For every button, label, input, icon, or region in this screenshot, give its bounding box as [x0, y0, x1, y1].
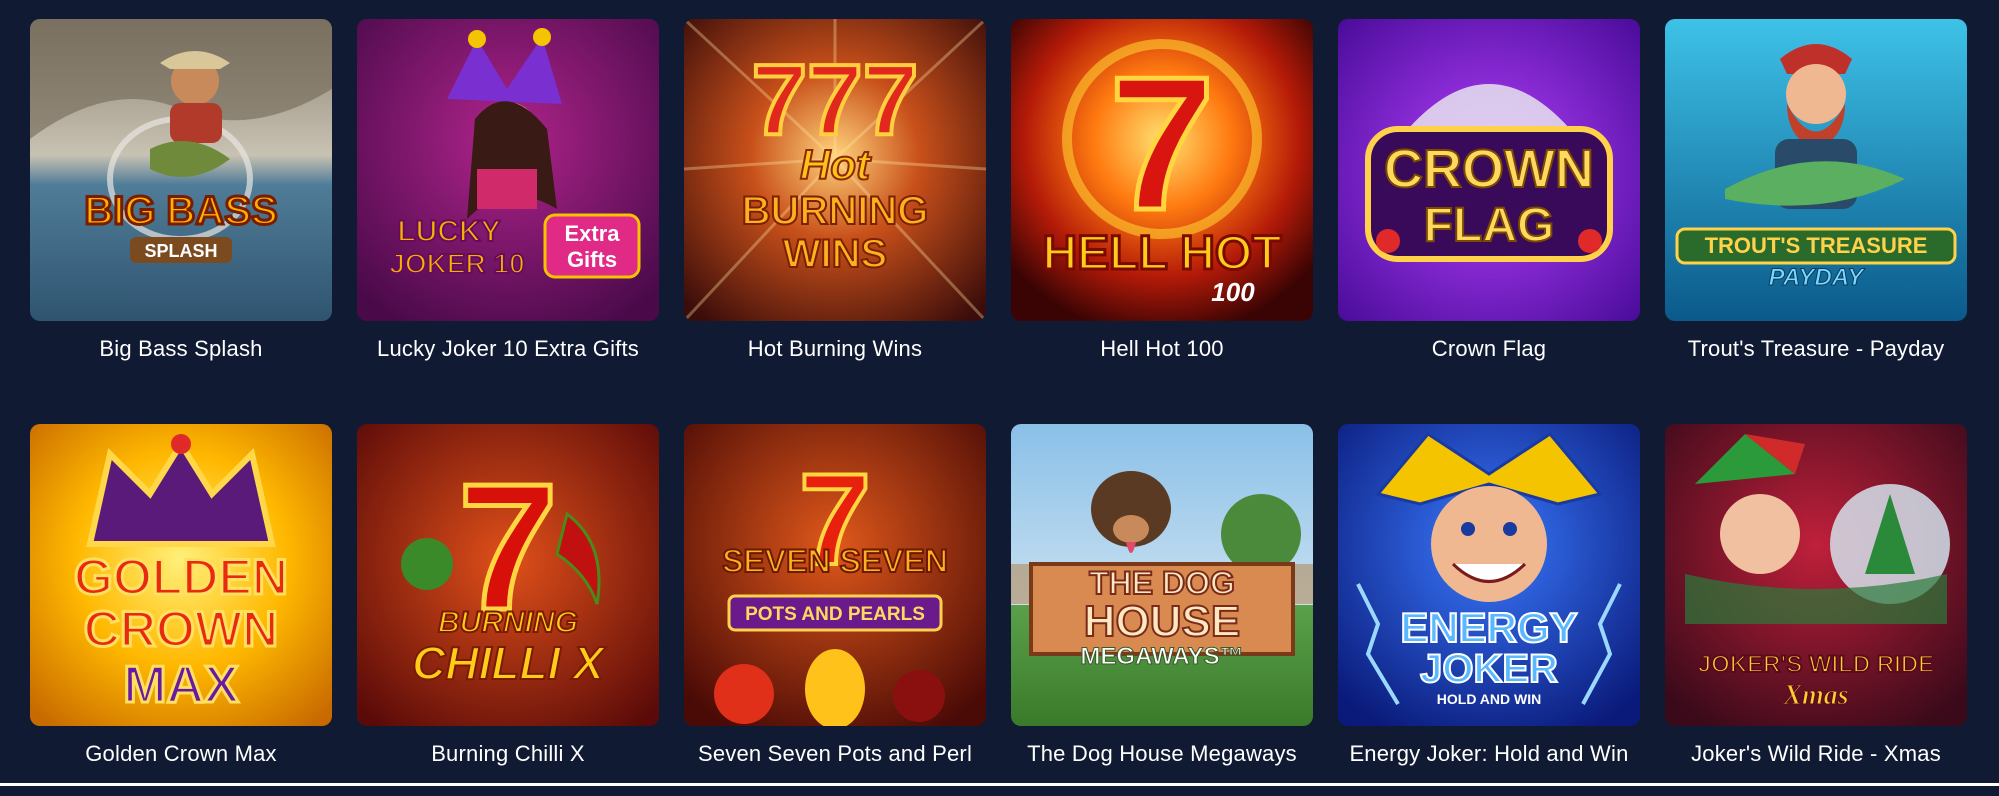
game-tile-the-dog-house-megaways[interactable]: THE DOG HOUSE MEGAWAYS™ The Dog House Me…: [1011, 424, 1313, 796]
fisherman-icon: BIG BASS SPLASH: [30, 19, 332, 321]
game-thumbnail[interactable]: 777 Hot BURNING WINS: [684, 19, 986, 321]
joker-icon: ENERGY JOKER HOLD AND WIN: [1338, 424, 1640, 726]
art-title: TROUT'S TREASURE: [1705, 233, 1928, 258]
game-thumbnail[interactable]: 7 SEVEN SEVEN POTS AND PEARLS: [684, 424, 986, 726]
art-title-line3: MAX: [123, 656, 239, 714]
game-thumbnail[interactable]: 7 BURNING CHILLI X: [357, 424, 659, 726]
game-thumbnail[interactable]: TROUT'S TREASURE PAYDAY: [1665, 19, 1967, 321]
art-subtitle: HOLD AND WIN: [1437, 691, 1541, 707]
game-title[interactable]: Hell Hot 100: [999, 335, 1325, 362]
fruit-seven-icon: 7 SEVEN SEVEN POTS AND PEARLS: [684, 424, 986, 726]
game-title[interactable]: Trout's Treasure - Payday: [1653, 335, 1979, 362]
game-title[interactable]: Hot Burning Wins: [672, 335, 998, 362]
sevens-icon: 777 Hot BURNING WINS: [684, 19, 986, 321]
art-subtitle: PAYDAY: [1769, 264, 1866, 291]
art-title: JOKER'S WILD RIDE: [1698, 651, 1934, 678]
art-title: BURNING: [438, 606, 578, 639]
game-title[interactable]: Burning Chilli X: [345, 740, 671, 767]
art-title: HELL HOT: [1042, 227, 1281, 280]
game-thumbnail[interactable]: ENERGY JOKER HOLD AND WIN: [1338, 424, 1640, 726]
dog-icon: THE DOG HOUSE MEGAWAYS™: [1011, 424, 1313, 726]
art-badge-line2: Gifts: [567, 247, 617, 272]
game-title[interactable]: Seven Seven Pots and Perl: [672, 740, 998, 767]
game-thumbnail[interactable]: GOLDEN CROWN MAX: [30, 424, 332, 726]
game-title[interactable]: The Dog House Megaways: [999, 740, 1325, 767]
art-subtitle: MEGAWAYS™: [1080, 643, 1243, 670]
crown-flag-icon: CROWN FLAG: [1338, 19, 1640, 321]
art-badge-line1: Extra: [564, 221, 620, 246]
art-subtitle: 100: [1211, 277, 1255, 307]
art-title-line2: JOKER 10: [389, 248, 524, 279]
art-seven: 7: [1109, 38, 1215, 250]
game-tile-energy-joker-hold-and-win[interactable]: ENERGY JOKER HOLD AND WIN Energy Joker: …: [1338, 424, 1640, 796]
art-title-line3: WINS: [783, 232, 887, 276]
art-title: THE DOG: [1089, 565, 1235, 601]
art-title: SEVEN SEVEN: [722, 543, 948, 579]
art-title: ENERGY: [1400, 604, 1577, 651]
game-tile-jokers-wild-ride-xmas[interactable]: JOKER'S WILD RIDE Xmas Joker's Wild Ride…: [1665, 424, 1967, 796]
game-lobby: BIG BASS SPLASH Big Bass Splash LUCKY JO…: [0, 0, 1999, 786]
art-sevens: 777: [752, 44, 919, 156]
game-grid: BIG BASS SPLASH Big Bass Splash LUCKY JO…: [30, 19, 1967, 796]
game-tile-golden-crown-max[interactable]: GOLDEN CROWN MAX Golden Crown Max: [30, 424, 332, 796]
xmas-joker-icon: JOKER'S WILD RIDE Xmas: [1665, 424, 1967, 726]
flaming-seven-icon: 7 HELL HOT 100: [1011, 19, 1313, 321]
game-thumbnail[interactable]: JOKER'S WILD RIDE Xmas: [1665, 424, 1967, 726]
joker-icon: LUCKY JOKER 10 Extra Gifts: [357, 19, 659, 321]
art-subtitle: SPLASH: [144, 241, 217, 261]
game-tile-seven-seven-pots-and-pearls[interactable]: 7 SEVEN SEVEN POTS AND PEARLS Seven Seve…: [684, 424, 986, 796]
game-tile-burning-chilli-x[interactable]: 7 BURNING CHILLI X Burning Chilli X: [357, 424, 659, 796]
crown-icon: GOLDEN CROWN MAX: [30, 424, 332, 726]
game-thumbnail[interactable]: BIG BASS SPLASH: [30, 19, 332, 321]
game-title[interactable]: Energy Joker: Hold and Win: [1326, 740, 1652, 784]
game-tile-trouts-treasure-payday[interactable]: TROUT'S TREASURE PAYDAY Trout's Treasure…: [1665, 19, 1967, 424]
art-subtitle: Xmas: [1782, 680, 1848, 711]
game-title[interactable]: Crown Flag: [1326, 335, 1652, 362]
game-thumbnail[interactable]: THE DOG HOUSE MEGAWAYS™: [1011, 424, 1313, 726]
game-tile-hell-hot-100[interactable]: 7 HELL HOT 100 Hell Hot 100: [1011, 19, 1313, 424]
game-tile-crown-flag[interactable]: CROWN FLAG Crown Flag: [1338, 19, 1640, 424]
game-title[interactable]: Lucky Joker 10 Extra Gifts: [345, 335, 671, 362]
art-subtitle: POTS AND PEARLS: [745, 604, 925, 625]
art-title-line2: CHILLI X: [412, 637, 606, 689]
art-title: LUCKY: [397, 215, 500, 248]
game-tile-big-bass-splash[interactable]: BIG BASS SPLASH Big Bass Splash: [30, 19, 332, 424]
game-title[interactable]: Joker's Wild Ride - Xmas: [1653, 740, 1979, 767]
art-title-line2: JOKER: [1420, 647, 1558, 691]
art-title-line2: BURNING: [742, 189, 929, 233]
fisherman-icon: TROUT'S TREASURE PAYDAY: [1665, 19, 1967, 321]
game-thumbnail[interactable]: CROWN FLAG: [1338, 19, 1640, 321]
game-tile-lucky-joker-10-extra-gifts[interactable]: LUCKY JOKER 10 Extra Gifts Lucky Joker 1…: [357, 19, 659, 424]
art-title: GOLDEN: [74, 549, 288, 605]
game-title[interactable]: Big Bass Splash: [18, 335, 344, 362]
art-title: BIG BASS: [84, 189, 277, 233]
game-thumbnail[interactable]: 7 HELL HOT 100: [1011, 19, 1313, 321]
art-title: Hot: [800, 141, 872, 188]
game-thumbnail[interactable]: LUCKY JOKER 10 Extra Gifts: [357, 19, 659, 321]
art-title-line2: CROWN: [84, 601, 278, 657]
chilli-icon: 7 BURNING CHILLI X: [357, 424, 659, 726]
game-tile-hot-burning-wins[interactable]: 777 Hot BURNING WINS Hot Burning Wins: [684, 19, 986, 424]
art-title-line2: HOUSE: [1084, 597, 1240, 646]
art-title-line2: FLAG: [1424, 199, 1555, 252]
art-text: THE DOG HOUSE MEGAWAYS™: [1080, 564, 1244, 671]
game-title[interactable]: Golden Crown Max: [18, 740, 344, 767]
art-title: CROWN: [1384, 139, 1594, 199]
